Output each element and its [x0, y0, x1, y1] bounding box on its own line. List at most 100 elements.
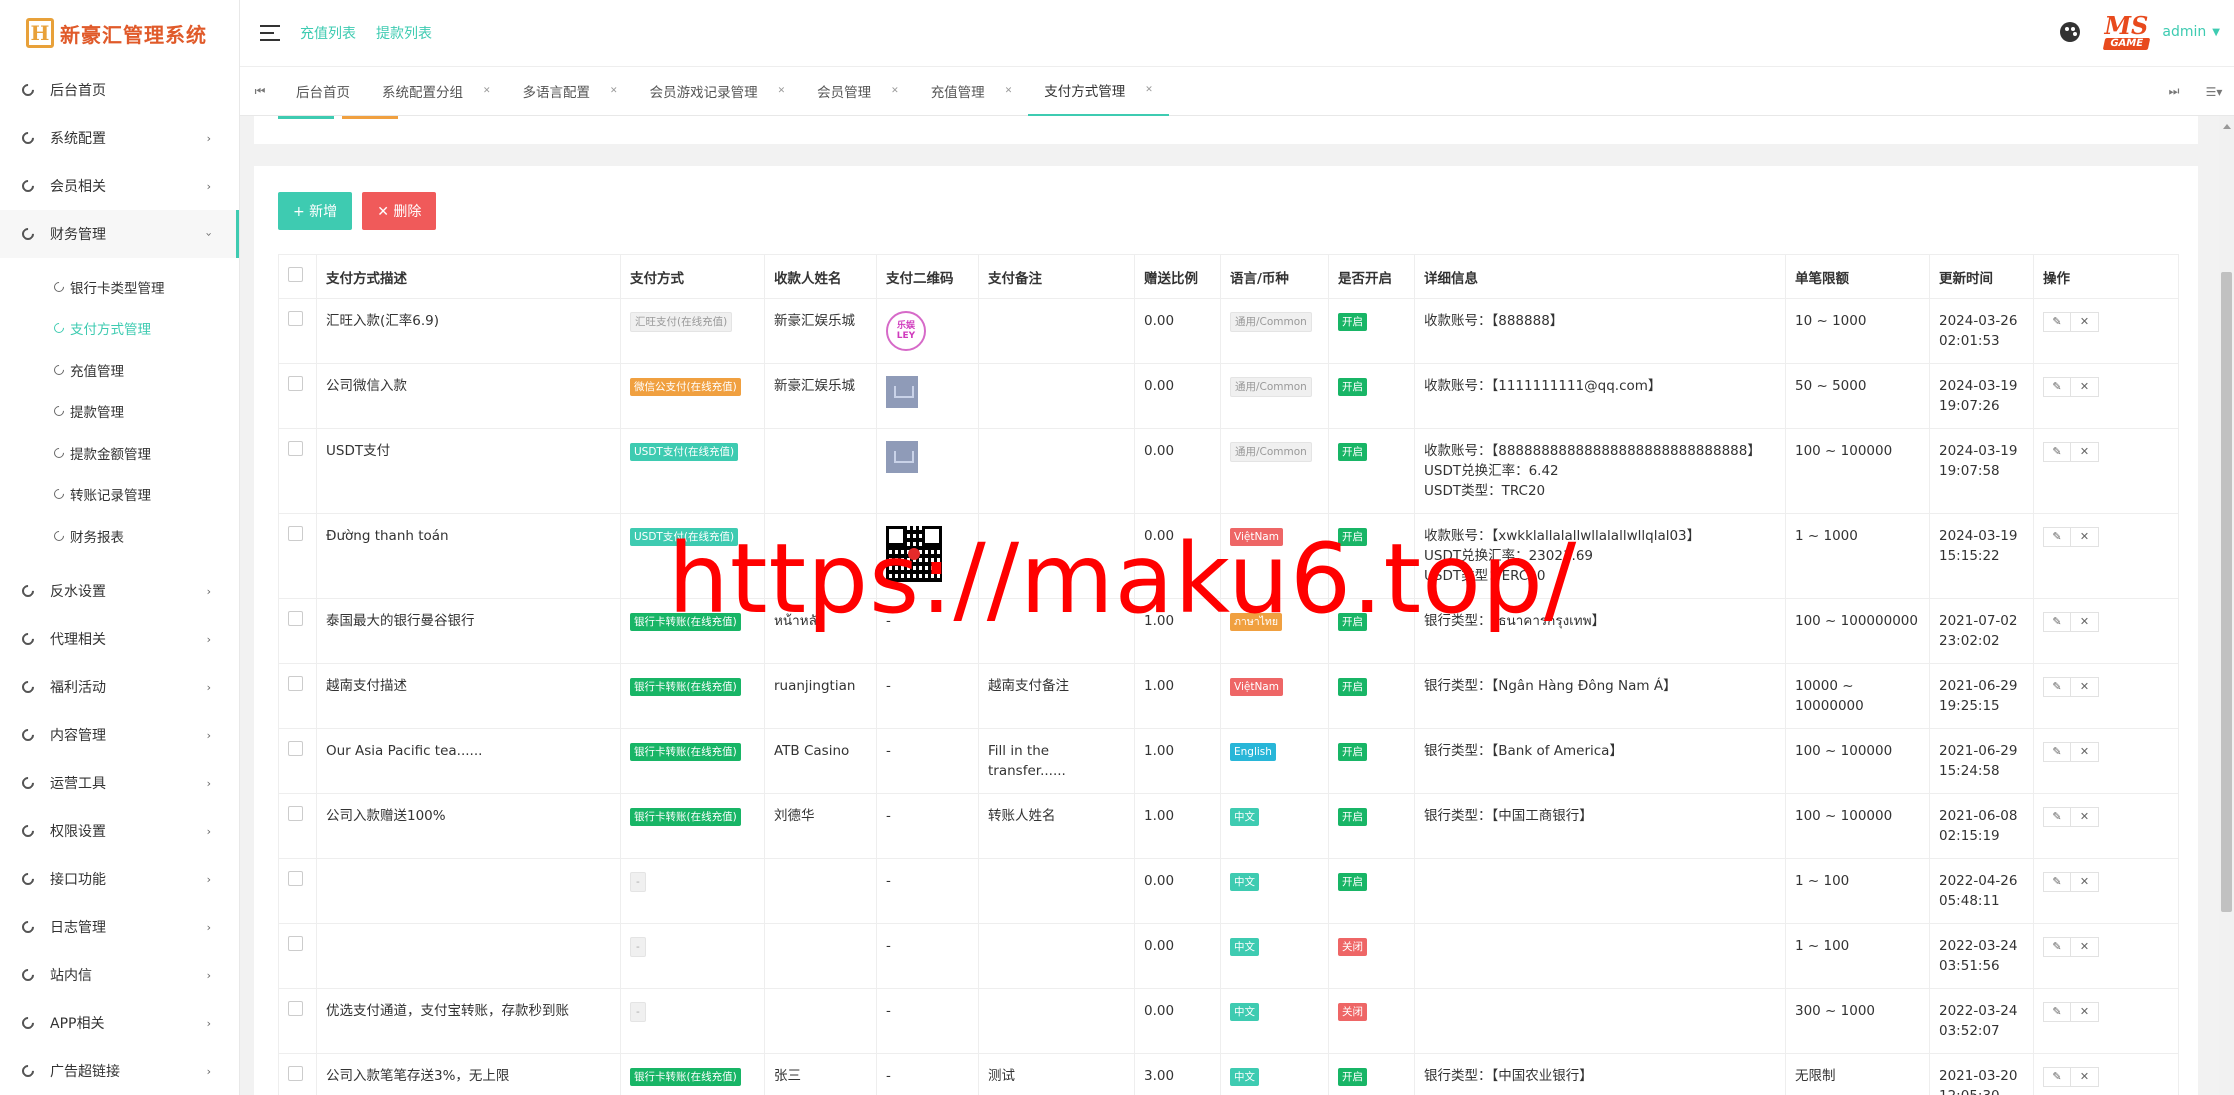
row-checkbox[interactable]: [288, 611, 303, 626]
top-link-recharge-list[interactable]: 充值列表: [300, 23, 356, 43]
delete-icon[interactable]: ✕: [2071, 312, 2099, 332]
tab[interactable]: 会员管理 ✕: [801, 67, 915, 116]
sidebar-subitem[interactable]: 提款管理: [0, 391, 239, 433]
sidebar-item[interactable]: 站内信 ›: [0, 951, 239, 999]
delete-icon[interactable]: ✕: [2071, 612, 2099, 632]
sidebar-item[interactable]: 广告超链接 ›: [0, 1047, 239, 1095]
delete-button[interactable]: ✕ 删除: [362, 192, 437, 230]
caret-down-icon[interactable]: ▼: [2212, 27, 2220, 38]
tab[interactable]: 系统配置分组 ✕: [366, 67, 507, 116]
edit-icon[interactable]: ✎: [2043, 442, 2071, 462]
sidebar-subitem[interactable]: 提款金额管理: [0, 432, 239, 474]
tab[interactable]: 多语言配置 ✕: [507, 67, 634, 116]
scroll-up-icon[interactable]: [2223, 120, 2231, 129]
row-checkbox[interactable]: [288, 376, 303, 391]
row-checkbox[interactable]: [288, 741, 303, 756]
sidebar-item[interactable]: 权限设置 ›: [0, 807, 239, 855]
delete-icon[interactable]: ✕: [2071, 1067, 2099, 1087]
delete-icon[interactable]: ✕: [2071, 1002, 2099, 1022]
checkbox-cell[interactable]: [278, 428, 317, 514]
checkbox-cell[interactable]: [278, 793, 317, 859]
edit-icon[interactable]: ✎: [2043, 872, 2071, 892]
checkbox-cell[interactable]: [278, 298, 317, 364]
header-checkbox-cell[interactable]: [278, 254, 317, 299]
tab[interactable]: 会员游戏记录管理 ✕: [634, 67, 802, 116]
sidebar-item[interactable]: 日志管理 ›: [0, 903, 239, 951]
close-icon[interactable]: ✕: [1005, 86, 1013, 96]
checkbox-cell[interactable]: [278, 1053, 317, 1095]
row-checkbox[interactable]: [288, 441, 303, 456]
tab[interactable]: 支付方式管理 ✕: [1028, 67, 1169, 116]
logo[interactable]: H 新豪汇管理系统: [0, 0, 239, 66]
edit-icon[interactable]: ✎: [2043, 742, 2071, 762]
edit-icon[interactable]: ✎: [2043, 937, 2071, 957]
row-checkbox[interactable]: [288, 871, 303, 886]
delete-icon[interactable]: ✕: [2071, 442, 2099, 462]
sidebar-item[interactable]: 后台首页: [0, 66, 239, 114]
sidebar-subitem[interactable]: 充值管理: [0, 349, 239, 391]
sidebar-item[interactable]: 运营工具 ›: [0, 759, 239, 807]
checkbox-cell[interactable]: [278, 923, 317, 989]
top-link-withdraw-list[interactable]: 提款列表: [376, 23, 432, 43]
tab[interactable]: 后台首页: [280, 67, 366, 116]
sidebar-item[interactable]: 反水设置 ›: [0, 567, 239, 615]
add-button[interactable]: + 新增: [278, 192, 353, 230]
page-scrollbar[interactable]: [2219, 116, 2234, 1095]
row-checkbox[interactable]: [288, 676, 303, 691]
close-icon[interactable]: ✕: [891, 86, 899, 96]
row-checkbox[interactable]: [288, 311, 303, 326]
sidebar-item[interactable]: 财务管理 ›: [0, 210, 239, 258]
sidebar-subitem[interactable]: 财务报表: [0, 515, 239, 557]
delete-icon[interactable]: ✕: [2071, 742, 2099, 762]
sidebar-item[interactable]: 会员相关 ›: [0, 162, 239, 210]
delete-icon[interactable]: ✕: [2071, 377, 2099, 397]
checkbox-cell[interactable]: [278, 988, 317, 1054]
checkbox-cell[interactable]: [278, 663, 317, 729]
user-menu[interactable]: admin: [2162, 24, 2206, 40]
sidebar-item[interactable]: 系统配置 ›: [0, 114, 239, 162]
sidebar-item[interactable]: 接口功能 ›: [0, 855, 239, 903]
edit-icon[interactable]: ✎: [2043, 312, 2071, 332]
sidebar-item[interactable]: 福利活动 ›: [0, 663, 239, 711]
row-checkbox[interactable]: [288, 1001, 303, 1016]
row-checkbox[interactable]: [288, 806, 303, 821]
tabs-scroll-left-icon[interactable]: ⏮: [240, 84, 280, 99]
sidebar-item[interactable]: 代理相关 ›: [0, 615, 239, 663]
edit-icon[interactable]: ✎: [2043, 377, 2071, 397]
edit-icon[interactable]: ✎: [2043, 612, 2071, 632]
select-all-checkbox[interactable]: [288, 267, 303, 282]
menu-toggle-icon[interactable]: [260, 25, 280, 41]
tabs-scroll-right-icon[interactable]: ⏭: [2154, 84, 2194, 99]
sidebar-subitem[interactable]: 支付方式管理: [0, 308, 239, 350]
checkbox-cell[interactable]: [278, 598, 317, 664]
sidebar-subitem[interactable]: 银行卡类型管理: [0, 266, 239, 308]
theme-palette-icon[interactable]: [2060, 22, 2081, 42]
close-icon[interactable]: ✕: [778, 86, 786, 96]
delete-icon[interactable]: ✕: [2071, 527, 2099, 547]
sidebar-subitem[interactable]: 转账记录管理: [0, 474, 239, 516]
edit-icon[interactable]: ✎: [2043, 807, 2071, 827]
edit-icon[interactable]: ✎: [2043, 1002, 2071, 1022]
sidebar-item[interactable]: 内容管理 ›: [0, 711, 239, 759]
close-icon[interactable]: ✕: [483, 86, 491, 96]
edit-icon[interactable]: ✎: [2043, 527, 2071, 547]
tabs-menu-icon[interactable]: ☰▾: [2194, 85, 2234, 99]
delete-icon[interactable]: ✕: [2071, 677, 2099, 697]
tab[interactable]: 充值管理 ✕: [915, 67, 1029, 116]
checkbox-cell[interactable]: [278, 728, 317, 794]
avatar[interactable]: MS GAME: [2100, 10, 2152, 54]
delete-icon[interactable]: ✕: [2071, 937, 2099, 957]
checkbox-cell[interactable]: [278, 858, 317, 924]
row-checkbox[interactable]: [288, 1066, 303, 1081]
checkbox-cell[interactable]: [278, 363, 317, 429]
delete-icon[interactable]: ✕: [2071, 872, 2099, 892]
delete-icon[interactable]: ✕: [2071, 807, 2099, 827]
edit-icon[interactable]: ✎: [2043, 677, 2071, 697]
checkbox-cell[interactable]: [278, 513, 317, 599]
close-icon[interactable]: ✕: [610, 86, 618, 96]
row-checkbox[interactable]: [288, 526, 303, 541]
sidebar-item[interactable]: APP相关 ›: [0, 999, 239, 1047]
edit-icon[interactable]: ✎: [2043, 1067, 2071, 1087]
row-checkbox[interactable]: [288, 936, 303, 951]
scrollbar-thumb[interactable]: [2221, 272, 2232, 912]
